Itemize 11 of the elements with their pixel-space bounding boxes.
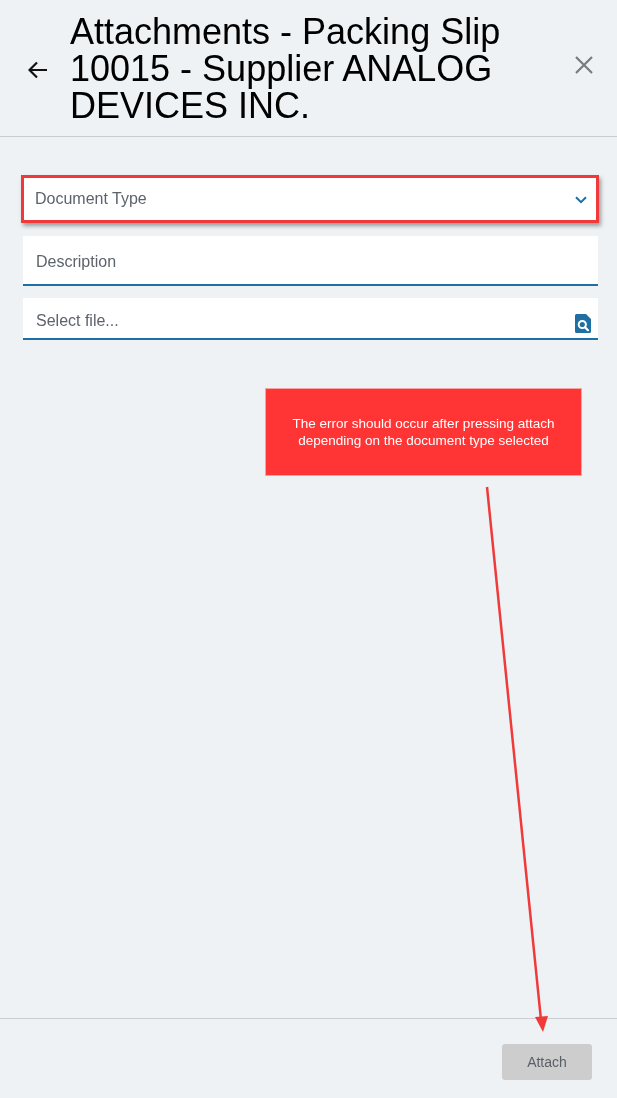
annotation-note: The error should occur after pressing attach depending on the document type selected — [265, 388, 582, 476]
chevron-down-icon — [575, 196, 587, 204]
file-search-icon — [575, 314, 591, 333]
input-field[interactable]: Description — [23, 236, 598, 286]
file-field[interactable]: Select file... — [23, 298, 598, 340]
back-button[interactable] — [27, 59, 49, 81]
close-button[interactable] — [573, 54, 595, 76]
back-arrow-icon — [28, 61, 48, 79]
close-icon — [575, 56, 593, 74]
dialog-title: Attachments - Packing Slip 10015 - Supplier ANALOG DEVICES INC. — [70, 12, 502, 124]
dropdown-field[interactable]: Document Type — [21, 175, 599, 223]
